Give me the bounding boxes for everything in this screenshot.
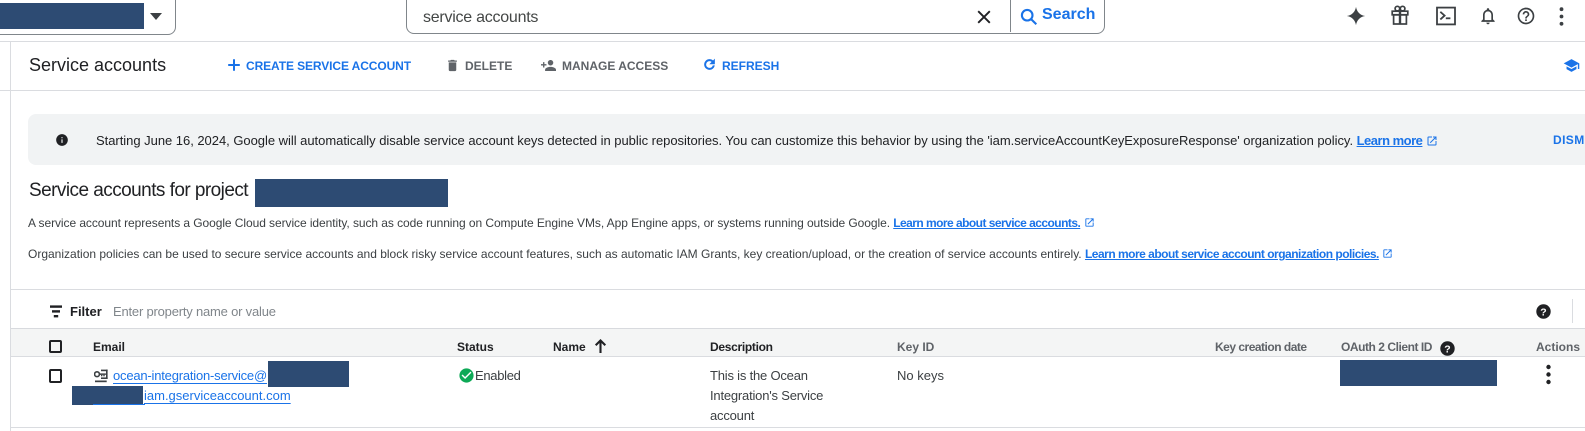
svg-text:?: ? — [1444, 343, 1450, 355]
svg-text:?: ? — [1540, 306, 1546, 318]
